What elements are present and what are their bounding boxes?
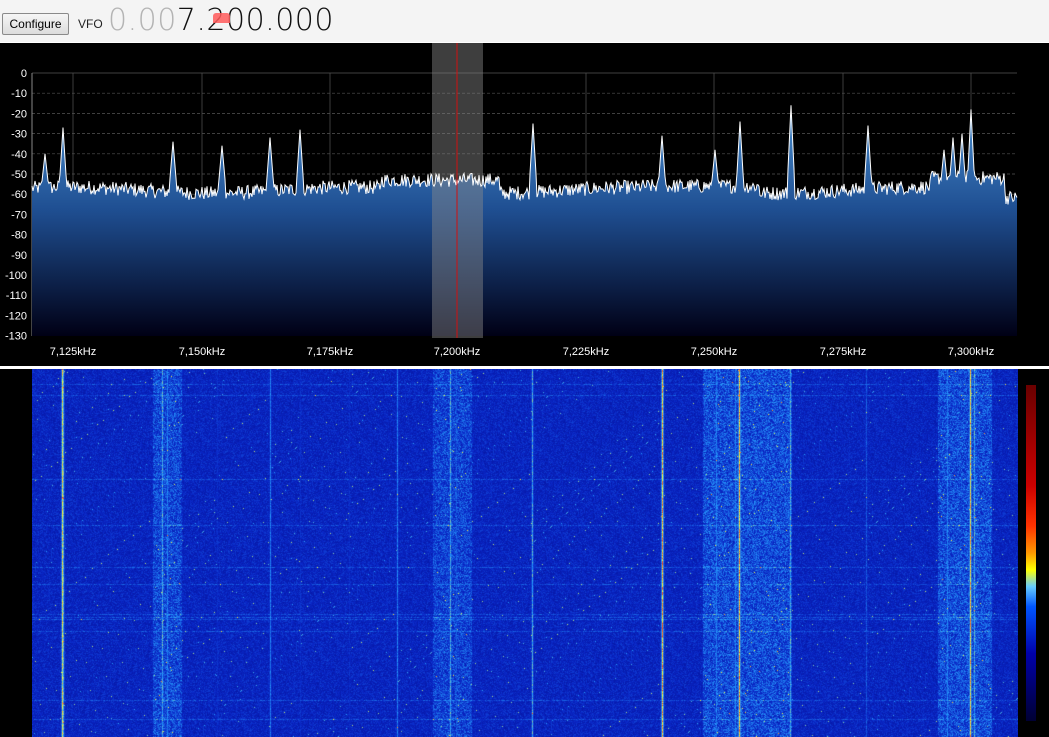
y-tick-label: 0 bbox=[21, 68, 27, 80]
y-tick-label: -110 bbox=[6, 290, 27, 302]
y-tick-label: -100 bbox=[5, 270, 27, 282]
y-tick-label: -40 bbox=[11, 149, 27, 161]
spectrum-plot[interactable]: 0 -10 -20 -30 -40 -50 -60 -70 -80 -90 -100 -110 -120… bbox=[0, 43, 1049, 366]
x-tick-label: 7,150kHz bbox=[179, 346, 225, 358]
x-tick-label: 7,125kHz bbox=[50, 346, 96, 358]
y-tick-label: -80 bbox=[11, 230, 27, 242]
y-tick-label: -10 bbox=[11, 88, 27, 100]
configure-button[interactable]: Configure bbox=[2, 13, 69, 35]
vfo-frequency-leading-digits: 0.00 bbox=[108, 3, 177, 38]
toolbar: Configure VFO 0.007.200.000 bbox=[0, 0, 1049, 42]
y-tick-label: -50 bbox=[11, 169, 27, 181]
vfo-label: VFO bbox=[78, 17, 103, 31]
waterfall-image bbox=[32, 369, 1018, 737]
y-tick-label: -90 bbox=[11, 250, 27, 262]
waterfall-color-scale bbox=[1026, 385, 1036, 721]
x-tick-label: 7,175kHz bbox=[307, 346, 353, 358]
y-tick-label: -70 bbox=[11, 209, 27, 221]
y-tick-label: -20 bbox=[11, 108, 27, 120]
x-tick-label: 7,275kHz bbox=[820, 346, 866, 358]
y-tick-label: -30 bbox=[11, 129, 27, 141]
y-axis-labels: 0 -10 -20 -30 -40 -50 -60 -70 -80 -90 -100 -110 -120… bbox=[5, 68, 27, 343]
x-tick-label: 7,200kHz bbox=[434, 346, 480, 358]
y-tick-label: -60 bbox=[11, 189, 27, 201]
x-tick-label: 7,225kHz bbox=[563, 346, 609, 358]
y-tick-label: -120 bbox=[5, 310, 27, 322]
y-tick-label: -130 bbox=[5, 331, 27, 343]
x-axis-labels: 7,125kHz 7,150kHz 7,175kHz 7,200kHz 7,225kHz… bbox=[50, 346, 994, 358]
x-tick-label: 7,250kHz bbox=[691, 346, 737, 358]
vfo-frequency-digits: 7.200.000 bbox=[176, 3, 334, 38]
x-tick-label: 7,300kHz bbox=[948, 346, 994, 358]
waterfall-display[interactable] bbox=[0, 369, 1049, 737]
vfo-digit-cursor[interactable] bbox=[213, 13, 230, 23]
